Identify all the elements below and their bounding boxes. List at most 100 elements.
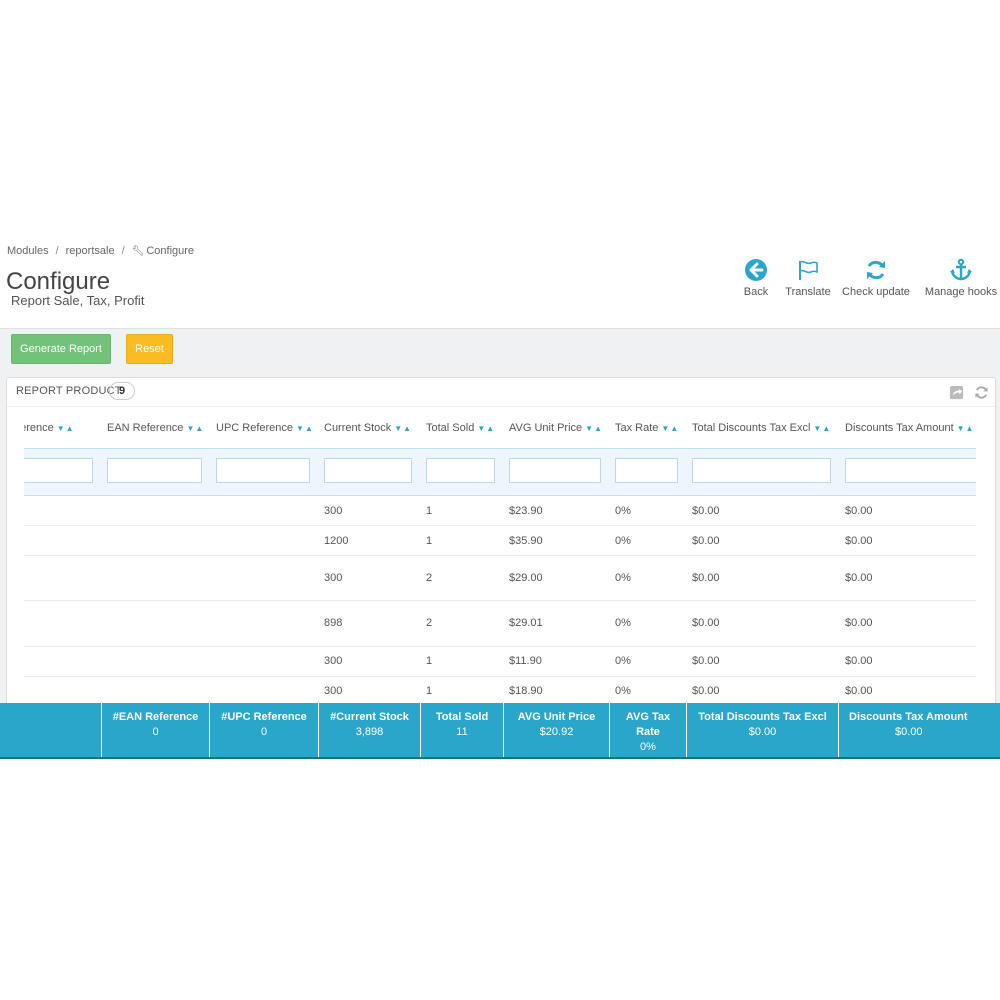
cell-discounts-tax-amount: $0.00 (845, 535, 873, 547)
arrow-left-circle-icon (745, 259, 767, 281)
column-header-avg-unit-price[interactable]: AVG Unit Price ▼▲ (509, 422, 603, 434)
anchor-icon (950, 258, 972, 281)
wrench-icon: 🔧︎ (131, 246, 145, 257)
header-label: AVG Unit Price (509, 422, 583, 434)
cell-discounts-tax-amount: $0.00 (845, 617, 873, 629)
total-current-stock: #Current Stock 3,898 (318, 703, 420, 757)
filter-input-reference[interactable] (24, 458, 93, 483)
page-toolbar: Back Translate Check update Manage hooks (740, 258, 1000, 318)
filter-input-discounts-tax-amount[interactable] (845, 458, 976, 483)
column-header-reference[interactable]: Reference▼▲ (24, 422, 75, 434)
count-badge: 9 (109, 382, 135, 400)
totals-footer: #EAN Reference 0 #UPC Reference 0 #Curre… (0, 703, 1000, 759)
sort-arrows-icon[interactable]: ▼▲ (957, 424, 975, 433)
total-label: AVG Unit Price (517, 711, 596, 723)
cell-total-discounts: $0.00 (692, 535, 720, 547)
filter-input-tax-rate[interactable] (615, 458, 678, 483)
total-value: 0% (640, 741, 656, 753)
cell-total-discounts: $0.00 (692, 617, 720, 629)
table-row[interactable]: 300 2 $29.00 0% $0.00 $0.00 (24, 556, 976, 601)
filter-row (24, 448, 976, 496)
filter-input-avg-unit-price[interactable] (509, 458, 601, 483)
table-row[interactable]: 300 1 $11.90 0% $0.00 $0.00 (24, 647, 976, 677)
sort-arrows-icon[interactable]: ▼▲ (296, 424, 314, 433)
sort-arrows-icon[interactable]: ▼▲ (477, 424, 495, 433)
total-label: AVG Tax Rate (625, 711, 671, 738)
total-total-discounts-tax-excl: Total Discounts Tax Excl $0.00 (686, 703, 838, 757)
column-header-upc-reference[interactable]: UPC Reference ▼▲ (216, 422, 314, 434)
cell-discounts-tax-amount: $0.00 (845, 685, 873, 697)
sort-arrows-icon[interactable]: ▼▲ (661, 424, 679, 433)
cell-avg-unit-price: $18.90 (509, 685, 543, 697)
flag-icon (799, 260, 818, 280)
page-subtitle: Report Sale, Tax, Profit (11, 293, 145, 308)
breadcrumb-separator: / (55, 245, 59, 257)
check-update-label: Check update (842, 286, 910, 298)
total-value: 11 (456, 726, 468, 738)
reset-button[interactable]: Reset (126, 334, 173, 364)
export-icon[interactable] (949, 385, 964, 400)
sort-arrows-icon[interactable]: ▼▲ (57, 424, 75, 433)
cell-total-sold: 1 (426, 655, 433, 667)
cell-discounts-tax-amount: $0.00 (845, 655, 873, 667)
back-button[interactable]: Back (740, 258, 772, 298)
column-header-current-stock[interactable]: Current Stock ▼▲ (324, 422, 412, 434)
cell-tax-rate: 0% (615, 535, 631, 547)
cell-current-stock: 300 (324, 505, 343, 517)
filter-input-current-stock[interactable] (324, 458, 412, 483)
cell-current-stock: 300 (324, 655, 343, 667)
cell-tax-rate: 0% (615, 505, 631, 517)
sort-arrows-icon[interactable]: ▼▲ (394, 424, 412, 433)
cell-discounts-tax-amount: $0.00 (845, 572, 873, 584)
total-value: $20.92 (539, 726, 574, 738)
header-label: EAN Reference (107, 422, 184, 434)
generate-report-button[interactable]: Generate Report (11, 334, 111, 364)
column-header-tax-rate[interactable]: Tax Rate ▼▲ (615, 422, 679, 434)
sort-arrows-icon[interactable]: ▼▲ (186, 424, 204, 433)
sort-arrows-icon[interactable]: ▼▲ (585, 424, 603, 433)
cell-total-sold: 1 (426, 685, 433, 697)
column-header-total-sold[interactable]: Total Sold ▼▲ (426, 422, 495, 434)
total-avg-unit-price: AVG Unit Price $20.92 (503, 703, 609, 757)
filter-input-total-sold[interactable] (426, 458, 495, 483)
total-avg-tax-rate: AVG Tax Rate 0% (609, 703, 686, 757)
table-row[interactable]: 300 1 $23.90 0% $0.00 $0.00 (24, 495, 976, 526)
total-label: Total Discounts Tax Excl (698, 711, 827, 723)
filter-input-total-discounts-tax-excl[interactable] (692, 458, 831, 483)
table-row[interactable]: 898 2 $29.01 0% $0.00 $0.00 (24, 601, 976, 647)
cell-tax-rate: 0% (615, 655, 631, 667)
cell-avg-unit-price: $29.00 (509, 572, 543, 584)
table-row[interactable]: 1200 1 $35.90 0% $0.00 $0.00 (24, 526, 976, 556)
report-table: Reference▼▲ EAN Reference▼▲ UPC Referenc… (24, 422, 976, 702)
cell-tax-rate: 0% (615, 617, 631, 629)
cell-total-sold: 1 (426, 535, 433, 547)
breadcrumb-modules[interactable]: Modules (7, 245, 49, 257)
cell-total-sold: 2 (426, 572, 433, 584)
refresh-list-icon[interactable] (974, 385, 989, 400)
cell-total-discounts: $0.00 (692, 505, 720, 517)
header-label: Total Discounts Tax Excl (692, 422, 811, 434)
sort-arrows-icon[interactable]: ▼▲ (813, 424, 831, 433)
cell-avg-unit-price: $35.90 (509, 535, 543, 547)
column-header-total-discounts-tax-excl[interactable]: Total Discounts Tax Excl ▼▲ (692, 422, 831, 434)
check-update-button[interactable]: Check update (840, 258, 912, 298)
manage-hooks-label: Manage hooks (924, 286, 998, 298)
cell-tax-rate: 0% (615, 572, 631, 584)
manage-hooks-button[interactable]: Manage hooks (923, 258, 999, 298)
cell-current-stock: 898 (324, 617, 343, 629)
filter-input-upc-reference[interactable] (216, 458, 310, 483)
breadcrumb-reportsale[interactable]: reportsale (66, 245, 115, 257)
column-header-ean-reference[interactable]: EAN Reference ▼▲ (107, 422, 204, 434)
breadcrumb: Modules / reportsale / 🔧︎ Configure (7, 245, 194, 257)
translate-button[interactable]: Translate (780, 258, 836, 298)
column-header-discounts-tax-amount[interactable]: Discounts Tax Amount ▼▲ (845, 422, 974, 434)
header-label: Total Sold (426, 422, 475, 434)
cell-discounts-tax-amount: $0.00 (845, 505, 873, 517)
cell-total-sold: 1 (426, 505, 433, 517)
table-row[interactable]: 300 1 $18.90 0% $0.00 $0.00 (24, 677, 976, 702)
cell-current-stock: 300 (324, 685, 343, 697)
filter-input-ean-reference[interactable] (107, 458, 202, 483)
total-ean-reference: #EAN Reference 0 (101, 703, 209, 757)
total-label: #Current Stock (330, 711, 409, 723)
cell-total-sold: 2 (426, 617, 433, 629)
